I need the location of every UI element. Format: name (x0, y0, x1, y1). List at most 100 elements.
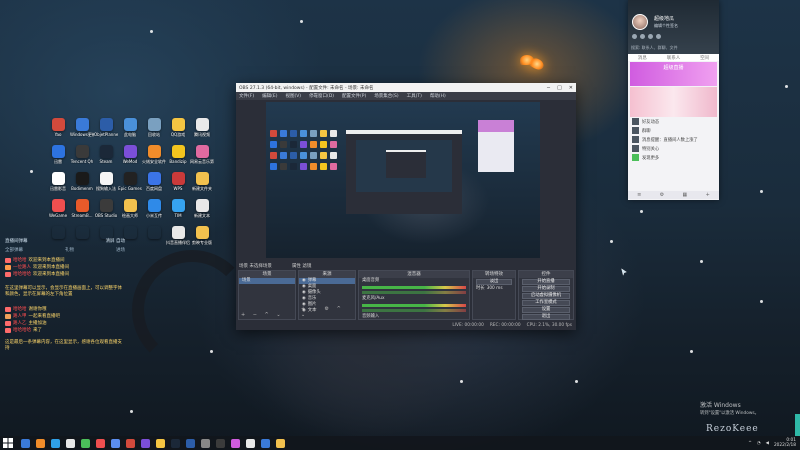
control-button[interactable]: 开始录制 (522, 286, 570, 292)
clock[interactable]: 0:01 2022/2/18 (774, 438, 796, 448)
desktop-icon[interactable]: 小米互传 (142, 199, 166, 226)
qq-banner[interactable]: 超级直播 (630, 62, 717, 86)
taskbar-app-icon[interactable] (111, 438, 120, 448)
desktop-icon[interactable]: Bandizip (166, 145, 190, 172)
desktop-icon[interactable]: 绘画大师 (118, 199, 142, 226)
taskbar-app-icon[interactable] (156, 438, 165, 448)
tray-arrow-icon[interactable]: ^ (748, 441, 752, 446)
desktop-icon[interactable]: 迅雷影音 (46, 172, 70, 199)
menu-item[interactable]: 工具(T) (407, 93, 422, 99)
desktop-icon[interactable]: ObjetPlanner (94, 118, 118, 145)
taskbar-app-icon[interactable] (51, 438, 60, 448)
qq-list-item[interactable]: 群聊 (628, 126, 719, 135)
menu-item[interactable]: 文件(F) (239, 93, 254, 99)
taskbar-app-icon[interactable] (141, 438, 150, 448)
taskbar-app-icon[interactable] (171, 438, 180, 448)
scene-bar-actions[interactable]: 属性 滤镜 (292, 263, 311, 269)
scenes-dock-controls[interactable]: + − ^ ⌄ (241, 312, 284, 318)
control-button[interactable]: 退出 (522, 314, 570, 320)
desktop-icon[interactable]: WeGame (46, 199, 70, 226)
tab-space[interactable]: 空间 (700, 55, 709, 61)
windows-start-icon[interactable] (3, 438, 13, 448)
control-button[interactable]: 工作室模式 (522, 300, 570, 306)
menu-item[interactable]: 配置文件(P) (342, 93, 366, 99)
qq-search-input[interactable]: 搜索: 联系人、群聊、文件 (631, 45, 716, 51)
mail-icon[interactable] (632, 34, 637, 39)
space-icon[interactable] (640, 34, 645, 39)
obs-preview[interactable] (266, 102, 540, 258)
wallet-icon[interactable] (656, 34, 661, 39)
desktop-icon[interactable]: QQ游戏 (166, 118, 190, 145)
control-button[interactable]: 设置 (522, 307, 570, 313)
settings-icon[interactable]: ⚙ (660, 192, 664, 198)
taskbar-app-icon[interactable] (216, 438, 225, 448)
obs-titlebar[interactable]: OBS 27.1.3 (64-bit, windows) - 配置文件: 未命名… (236, 83, 576, 92)
desktop-icon[interactable]: 百度网盘 (142, 172, 166, 199)
menu-item[interactable]: 停靠窗口(D) (309, 93, 334, 99)
taskbar-app-icon[interactable] (186, 438, 195, 448)
avatar[interactable] (632, 14, 648, 30)
desktop-icon[interactable]: 抖音直播伴侣 (166, 226, 190, 253)
tab-messages[interactable]: 消息 (638, 55, 647, 61)
desktop-icon[interactable]: 新建文件夹 (190, 172, 214, 199)
menu-item[interactable]: 编辑(E) (262, 93, 277, 99)
chat-tab-all[interactable]: 全部弹幕 (5, 247, 23, 253)
scene-item[interactable]: 场景 (239, 278, 295, 284)
close-icon[interactable]: ✕ (569, 85, 573, 91)
apps-icon[interactable]: ▦ (683, 192, 688, 198)
desktop-icon[interactable]: StreamB... (70, 199, 94, 226)
menu-item[interactable]: 视图(V) (285, 93, 301, 99)
desktop-icon[interactable]: Tencent Qh (70, 145, 94, 172)
volume-slider[interactable] (362, 291, 466, 294)
taskbar-app-icon[interactable] (126, 438, 135, 448)
tab-contacts[interactable]: 联系人 (667, 55, 681, 61)
game-icon[interactable] (648, 34, 653, 39)
qq-signature[interactable]: 编辑个性签名 (654, 23, 678, 29)
taskbar-app-icon[interactable] (21, 438, 30, 448)
volume-icon[interactable]: ◀ (766, 441, 769, 446)
qq-list-item[interactable]: 好友动态 (628, 117, 719, 126)
menu-item[interactable]: 场景集合(S) (374, 93, 398, 99)
desktop-icon[interactable]: 剪映专业版 (190, 226, 214, 253)
qq-list-item[interactable]: 特别关心 (628, 144, 719, 153)
desktop-icon[interactable]: Yao (46, 118, 70, 145)
chat-tab-enter[interactable]: 进场 (116, 247, 125, 253)
qq-promo-photo[interactable] (630, 87, 717, 117)
maximize-icon[interactable]: □ (557, 85, 562, 91)
chat-tab-gifts[interactable]: 礼物 (65, 247, 74, 253)
sources-dock-controls[interactable]: + − ⚙ ^ ⌄ (301, 306, 355, 318)
desktop-icon[interactable]: 迅雷 (46, 145, 70, 172)
control-button[interactable]: 开始直播 (522, 279, 570, 285)
desktop-icon[interactable]: Steam (94, 145, 118, 172)
desktop-icon[interactable]: OBS Studio (94, 199, 118, 226)
menu-icon[interactable]: ≡ (637, 192, 641, 198)
minimize-icon[interactable]: ─ (547, 85, 550, 91)
desktop-icon[interactable]: 网易云音乐第二版 (190, 145, 214, 172)
taskbar-app-icon[interactable] (36, 438, 45, 448)
taskbar-app-icon[interactable] (231, 438, 240, 448)
add-icon[interactable]: + (706, 192, 710, 198)
taskbar-app-icon[interactable] (261, 438, 270, 448)
network-icon[interactable]: ◔ (757, 441, 761, 446)
qq-list-item[interactable]: 发现更多 (628, 153, 719, 162)
desktop-icon[interactable]: 搜狗输入法 (94, 172, 118, 199)
taskbar-app-icon[interactable] (246, 438, 255, 448)
taskbar-app-icon[interactable] (276, 438, 285, 448)
taskbar-app-icon[interactable] (96, 438, 105, 448)
transition-select[interactable]: 淡出 (476, 279, 512, 285)
taskbar-app-icon[interactable] (201, 438, 210, 448)
desktop-icon[interactable]: 腾讯视频 (190, 118, 214, 145)
duration-input[interactable]: 300 ms (487, 286, 503, 292)
desktop-icon[interactable]: WPS (166, 172, 190, 199)
desktop-icon[interactable]: 新建文本 (190, 199, 214, 226)
control-button[interactable]: 启动虚拟摄像机 (522, 293, 570, 299)
desktop-icon[interactable]: 回收站 (142, 118, 166, 145)
menu-item[interactable]: 帮助(H) (430, 93, 446, 99)
volume-slider[interactable] (362, 309, 466, 312)
desktop-icon[interactable] (142, 226, 166, 253)
desktop-icon[interactable]: Epic Games (118, 172, 142, 199)
desktop-icon[interactable]: 此电脑 (118, 118, 142, 145)
taskbar-app-icon[interactable] (66, 438, 75, 448)
desktop-icon[interactable]: WeMod (118, 145, 142, 172)
desktop-icon[interactable]: Windows更新助手 (70, 118, 94, 145)
